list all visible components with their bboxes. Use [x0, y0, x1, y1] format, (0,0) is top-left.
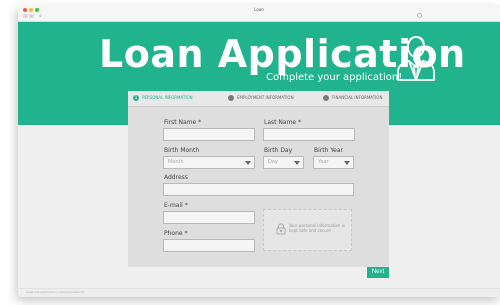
privacy-text: Your personal information is kept safe a… [289, 223, 345, 233]
chevron-down-icon [344, 161, 350, 165]
phone-field[interactable] [163, 239, 255, 252]
birth-year-select[interactable]: Year [313, 156, 354, 169]
step-personal-information[interactable]: 1 PERSONAL INFORMATION [133, 95, 193, 101]
address-field[interactable] [163, 183, 354, 196]
page-subtitle: Complete your application! [266, 72, 403, 83]
birth-day-select[interactable]: Day [263, 156, 304, 169]
email-label: E-mail * [164, 202, 188, 209]
step-employment-information[interactable]: EMPLOYMENT INFORMATION [228, 95, 294, 101]
chevron-down-icon [245, 161, 251, 165]
step-number: 1 [133, 95, 139, 101]
search-icon[interactable]: ⌕ [39, 13, 42, 19]
last-name-field[interactable] [263, 128, 355, 141]
last-name-label: Last Name * [264, 119, 302, 126]
status-url: www.loanapplication.com/personal-info [26, 290, 86, 294]
birth-month-label: Birth Month [164, 147, 200, 154]
progress-steps: 1 PERSONAL INFORMATION EMPLOYMENT INFORMA… [128, 91, 389, 107]
email-field[interactable] [163, 211, 255, 224]
birth-day-label: Birth Day [264, 147, 293, 154]
birth-day-value: Day [268, 159, 278, 165]
forward-button[interactable]: › [29, 14, 34, 18]
privacy-notice: Your personal information is kept safe a… [263, 209, 352, 251]
step-label: EMPLOYMENT INFORMATION [237, 95, 294, 100]
application-form: 1 PERSONAL INFORMATION EMPLOYMENT INFORMA… [128, 91, 389, 267]
address-label: Address [164, 174, 188, 181]
birth-year-value: Year [318, 159, 329, 165]
browser-window: Loan ‹ › ⌕ Loan Application Complete you… [18, 5, 500, 297]
step-label: PERSONAL INFORMATION [142, 95, 193, 100]
lock-icon [276, 223, 286, 235]
window-title: Loan [254, 7, 264, 12]
status-bar: www.loanapplication.com/personal-info [18, 288, 500, 297]
step-label: FINANCIAL INFORMATION [332, 95, 383, 100]
step-indicator-icon [323, 95, 329, 101]
next-button[interactable]: Next [367, 267, 389, 278]
first-name-label: First Name * [164, 119, 202, 126]
businessman-avatar-icon [397, 36, 435, 81]
first-name-field[interactable] [163, 128, 255, 141]
reload-icon[interactable] [417, 13, 422, 18]
step-indicator-icon [228, 95, 234, 101]
chevron-down-icon [294, 161, 300, 165]
title-bar: Loan ‹ › ⌕ [18, 5, 500, 22]
birth-month-select[interactable]: Month [163, 156, 255, 169]
step-financial-information[interactable]: FINANCIAL INFORMATION [323, 95, 382, 101]
screen: Loan ‹ › ⌕ Loan Application Complete you… [0, 0, 500, 305]
phone-label: Phone * [164, 230, 188, 237]
birth-year-label: Birth Year [314, 147, 344, 154]
birth-month-value: Month [168, 159, 184, 165]
back-button[interactable]: ‹ [23, 14, 28, 18]
